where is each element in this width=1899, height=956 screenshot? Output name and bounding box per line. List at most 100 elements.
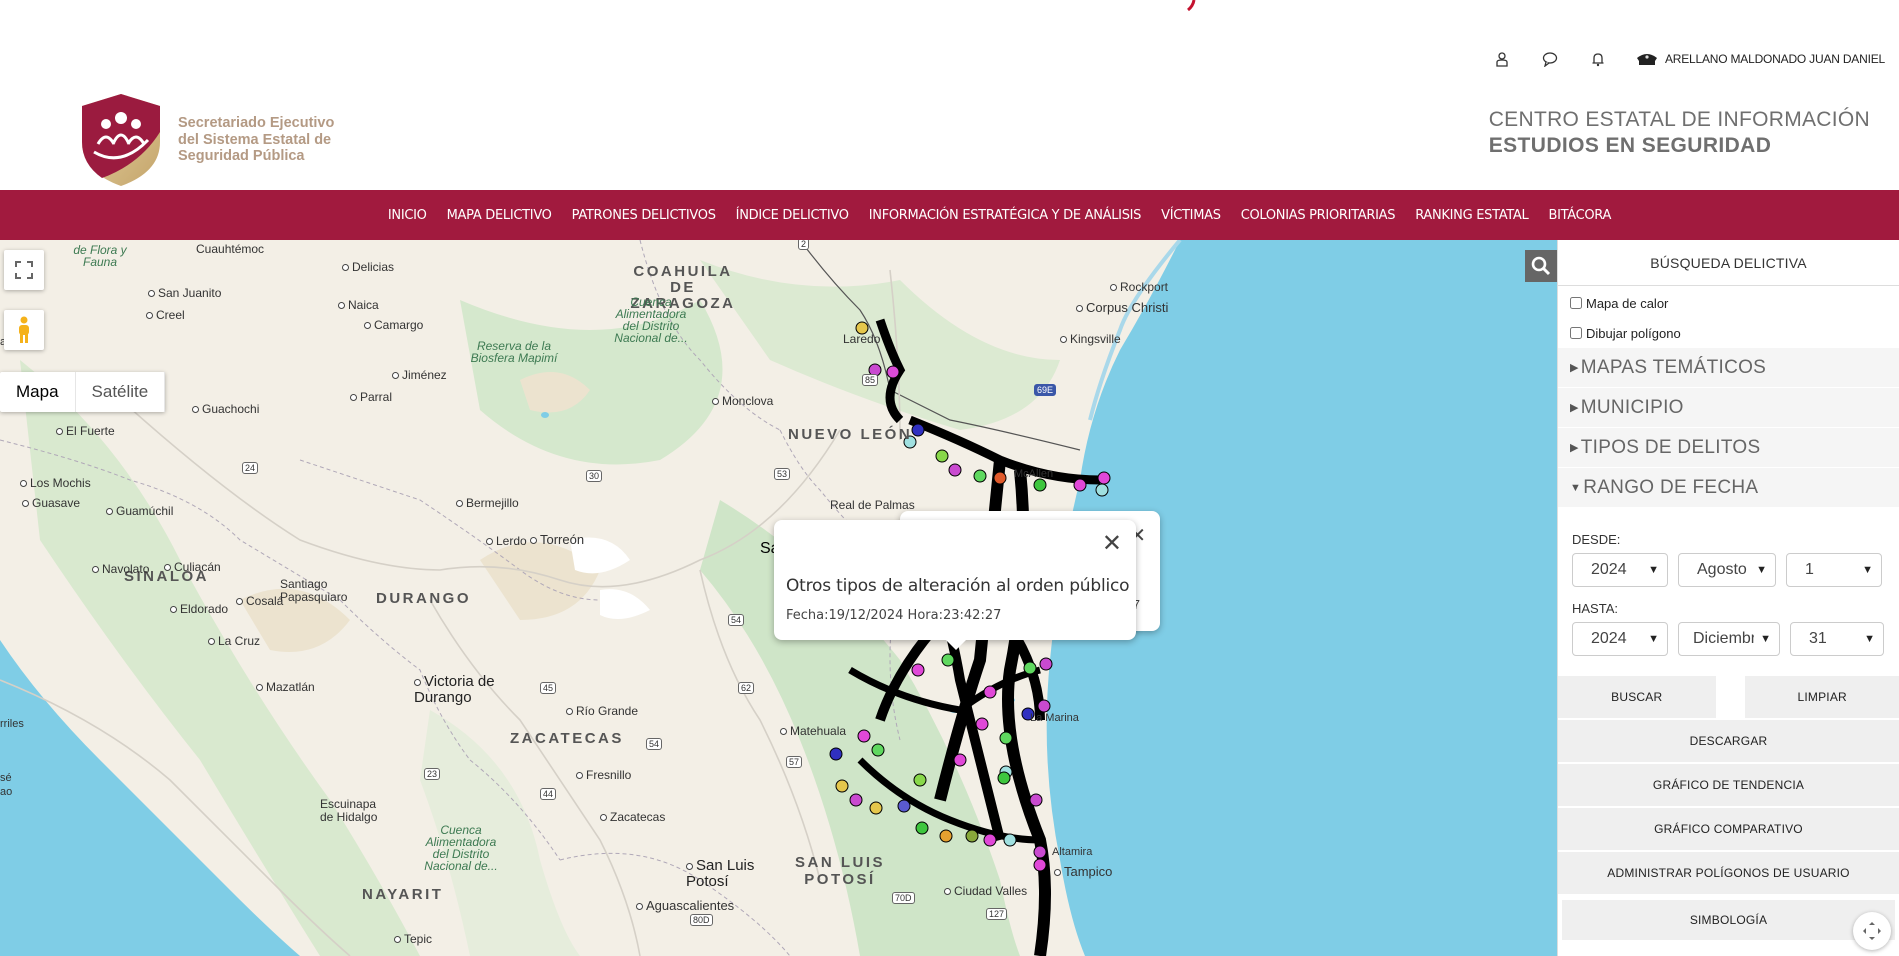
map-city-label: Real de Palmas bbox=[830, 498, 915, 512]
administrar-poligonos-button[interactable]: ADMINISTRAR POLÍGONOS DE USUARIO bbox=[1558, 852, 1899, 896]
limpiar-button[interactable]: LIMPIAR bbox=[1745, 676, 1899, 720]
map-city-label: Camargo bbox=[364, 318, 423, 332]
user-icon[interactable] bbox=[1491, 48, 1513, 70]
bell-icon[interactable] bbox=[1587, 48, 1609, 70]
simbologia-button[interactable]: SIMBOLOGÍA bbox=[1562, 900, 1895, 942]
search-toggle-button[interactable] bbox=[1525, 250, 1557, 282]
map-city-label: Delicias bbox=[342, 260, 394, 274]
map-city-label: Cosalá bbox=[236, 594, 283, 608]
map-city-label: Lerdo bbox=[486, 534, 527, 548]
dropdown-arrow-icon: ▼ bbox=[1648, 633, 1659, 645]
search-panel: BÚSQUEDA DELICTIVA Mapa de calor Dibujar… bbox=[1557, 240, 1899, 956]
map-city-label: Tepic bbox=[394, 932, 432, 946]
info-window-details: Fecha:19/12/2024 Hora:23:42:27 bbox=[786, 608, 1002, 623]
map-city-label: Naica bbox=[338, 298, 379, 312]
map-city-label: Creel bbox=[146, 308, 185, 322]
map-state-label: DURANGO bbox=[376, 590, 471, 607]
grafico-tendencia-button[interactable]: GRÁFICO DE TENDENCIA bbox=[1558, 764, 1899, 808]
map-city-label: La Cruz bbox=[208, 634, 260, 648]
hasta-year-select[interactable]: 2024 ▼ bbox=[1572, 622, 1668, 656]
section-mapas-tematicos[interactable]: ▶ MAPAS TEMÁTICOS bbox=[1558, 348, 1899, 388]
map-city-label: Bermejillo bbox=[456, 496, 519, 510]
grafico-comparativo-button[interactable]: GRÁFICO COMPARATIVO bbox=[1558, 808, 1899, 852]
nav-item-colonias-prioritarias[interactable]: COLONIAS PRIORITARIAS bbox=[1231, 208, 1406, 223]
map-park-label: Cuenca Alimentadora del Distrito Naciona… bbox=[424, 823, 498, 873]
road-shield: 44 bbox=[540, 788, 557, 800]
pegman-icon bbox=[19, 316, 29, 343]
nav-item-inicio[interactable]: INICIO bbox=[378, 208, 437, 223]
road-shield: 69E bbox=[1034, 384, 1057, 396]
section-municipio[interactable]: ▶ MUNICIPIO bbox=[1558, 388, 1899, 428]
heatmap-checkbox[interactable]: Mapa de calor bbox=[1558, 288, 1899, 318]
road-shield: 62 bbox=[738, 682, 755, 694]
road-shield: 54 bbox=[646, 738, 663, 750]
map-region-label: sé bbox=[0, 772, 12, 784]
map-city-label: Eldorado bbox=[170, 602, 228, 616]
dropdown-arrow-icon: ▼ bbox=[1862, 564, 1873, 576]
road-shield: 45 bbox=[540, 682, 557, 694]
map-state-label: SAN LUIS POTOSÍ bbox=[794, 854, 885, 888]
map-city-label: Santiago Papasquiaro bbox=[280, 577, 348, 604]
buscar-button[interactable]: BUSCAR bbox=[1558, 676, 1716, 720]
map-state-label: ZACATECAS bbox=[510, 730, 624, 747]
draw-polygon-checkbox-input[interactable] bbox=[1570, 327, 1582, 339]
road-shield: 24 bbox=[242, 462, 259, 474]
road-shield: 70D bbox=[892, 892, 915, 904]
map-type-satelite-button[interactable]: Satélite bbox=[76, 372, 166, 412]
center-title: CENTRO ESTATAL DE INFORMACIÓN ESTUDIOS E… bbox=[1488, 108, 1870, 157]
nav-item-mapa-delictivo[interactable]: MAPA DELICTIVO bbox=[437, 208, 562, 223]
org-logo[interactable]: Secretariado Ejecutivo del Sistema Estat… bbox=[80, 92, 334, 188]
map-city-label: Tampico bbox=[1054, 864, 1112, 879]
fullscreen-button[interactable] bbox=[4, 250, 44, 290]
descargar-button[interactable]: DESCARGAR bbox=[1558, 720, 1899, 764]
section-tipos-de-delitos[interactable]: ▶ TIPOS DE DELITOS bbox=[1558, 428, 1899, 468]
nav-item-indice-delictivo[interactable]: ÍNDICE DELICTIVO bbox=[726, 208, 859, 223]
map-city-label: San Luis Potosí bbox=[686, 858, 766, 890]
street-view-button[interactable] bbox=[4, 310, 44, 350]
map-city-label: Torreón bbox=[530, 532, 584, 547]
close-icon[interactable]: ✕ bbox=[1102, 532, 1122, 556]
desde-label: DESDE: bbox=[1572, 532, 1621, 547]
map-city-label: Guasave bbox=[22, 496, 80, 510]
map-city-label: El Fuerte bbox=[56, 424, 115, 438]
road-shield: 127 bbox=[986, 908, 1008, 920]
date-range: DESDE: 2024 ▼ Agosto ▼ 1 ▼ HASTA: 2024 ▼ Dic… bbox=[1558, 508, 1899, 674]
nav-item-informacion-estrategica[interactable]: INFORMACIÓN ESTRATÉGICA Y DE ANÁLISIS bbox=[859, 208, 1151, 223]
nav-item-bitacora[interactable]: BITÁCORA bbox=[1538, 208, 1621, 223]
draw-polygon-checkbox[interactable]: Dibujar polígono bbox=[1558, 318, 1899, 348]
nav-item-patrones-delictivos[interactable]: PATRONES DELICTIVOS bbox=[562, 208, 726, 223]
map-city-label: Navolato bbox=[92, 562, 149, 576]
map-city-label: Ciudad Valles bbox=[944, 884, 1027, 898]
police-cap-icon bbox=[1636, 54, 1657, 65]
nav-item-ranking-estatal[interactable]: RANKING ESTATAL bbox=[1405, 208, 1538, 223]
expand-button[interactable] bbox=[1853, 912, 1891, 950]
user-menu[interactable]: ARELLANO MALDONADO JUAN DANIEL bbox=[1635, 50, 1885, 68]
caret-right-icon: ▶ bbox=[1570, 362, 1579, 374]
map-city-label: Mazatlán bbox=[256, 680, 315, 694]
dropdown-arrow-icon: ▼ bbox=[1756, 564, 1767, 576]
dropdown-arrow-icon: ▼ bbox=[1648, 564, 1659, 576]
desde-month-select[interactable]: Agosto ▼ bbox=[1678, 553, 1776, 587]
road-shield: 80D bbox=[690, 914, 713, 926]
hasta-day-select[interactable]: 31 ▼ bbox=[1790, 622, 1884, 656]
spacer bbox=[1715, 676, 1746, 720]
desde-year-select[interactable]: 2024 ▼ bbox=[1572, 553, 1668, 587]
map-city-label: Kingsville bbox=[1060, 332, 1121, 346]
map-city-label: Fresnillo bbox=[576, 768, 631, 782]
org-name: Secretariado Ejecutivo del Sistema Estat… bbox=[178, 115, 335, 165]
hasta-month-select[interactable]: Diciembre▼ bbox=[1678, 622, 1780, 656]
search-icon bbox=[1531, 256, 1551, 276]
section-rango-de-fecha[interactable]: ▼ RANGO DE FECHA bbox=[1558, 468, 1899, 508]
dropdown-arrow-icon: ▼ bbox=[1760, 633, 1771, 645]
heatmap-checkbox-input[interactable] bbox=[1570, 297, 1582, 309]
expand-arrows-icon bbox=[1863, 922, 1881, 940]
map-type-mapa-button[interactable]: Mapa bbox=[0, 372, 76, 412]
chat-icon[interactable] bbox=[1539, 48, 1561, 70]
desde-day-select[interactable]: 1 ▼ bbox=[1786, 553, 1882, 587]
map-city-label: Escuinapa de Hidalgo bbox=[320, 797, 378, 824]
nav-item-victimas[interactable]: VÍCTIMAS bbox=[1151, 208, 1231, 223]
map-city-label: Cuauhtémoc bbox=[196, 242, 265, 256]
map-city-label: Los Mochis bbox=[20, 476, 91, 490]
map-state-label: NAYARIT bbox=[362, 886, 444, 903]
map-city-label: Parral bbox=[350, 390, 392, 404]
